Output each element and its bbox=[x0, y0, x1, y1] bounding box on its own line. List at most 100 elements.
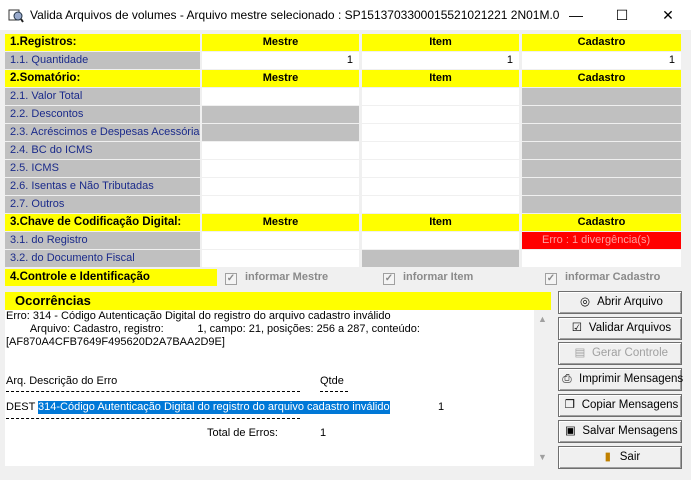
outros-cadastro bbox=[522, 196, 681, 213]
row-outros-label: 2.7. Outros bbox=[5, 196, 200, 213]
col-header-mestre: Mestre bbox=[202, 34, 359, 51]
printer-icon: ⎙ bbox=[562, 373, 572, 385]
copiar-mensagens-button[interactable]: ❐ Copiar Mensagens bbox=[558, 394, 682, 417]
maximize-button[interactable]: ☐ bbox=[599, 0, 645, 30]
vertical-scrollbar[interactable]: ▲ ▼ bbox=[534, 310, 551, 466]
abrir-arquivo-label: Abrir Arquivo bbox=[597, 296, 663, 308]
scroll-down-icon[interactable]: ▼ bbox=[538, 452, 547, 462]
descontos-mestre bbox=[202, 106, 359, 123]
ocorrencias-log[interactable]: Erro: 314 - Código Autenticação Digital … bbox=[5, 310, 551, 466]
salvar-mensagens-button[interactable]: ▣ Salvar Mensagens bbox=[558, 420, 682, 443]
sair-label: Sair bbox=[619, 451, 641, 463]
log-line: Arquivo: Cadastro, registro: 1, campo: 2… bbox=[6, 323, 420, 335]
descontos-cadastro bbox=[522, 106, 681, 123]
row-acrescimos-label: 2.3. Acréscimos e Despesas Acessórias bbox=[5, 124, 200, 141]
col-header-item: Item bbox=[362, 70, 519, 87]
bc-icms-cadastro bbox=[522, 142, 681, 159]
outros-mestre bbox=[202, 196, 359, 213]
validar-arquivos-button[interactable]: ☑ Validar Arquivos bbox=[558, 317, 682, 340]
exit-door-icon: ▮ bbox=[604, 451, 611, 463]
valor-total-cadastro bbox=[522, 88, 681, 105]
descontos-item bbox=[362, 106, 519, 123]
col-header-mestre: Mestre bbox=[202, 70, 359, 87]
gerar-controle-button[interactable]: ▤ Gerar Controle bbox=[558, 342, 682, 365]
log-line: [AF870A4CFB7649F495620D2A7BAA2D9E] bbox=[6, 336, 225, 348]
chave-documento-item bbox=[362, 250, 519, 267]
divider bbox=[320, 391, 348, 392]
summary-header-arq: Arq. Descrição do Erro bbox=[6, 375, 118, 387]
close-button[interactable]: ✕ bbox=[645, 0, 691, 30]
checkmark-icon: ✓ bbox=[383, 273, 395, 285]
row-quantidade-label: 1.1. Quantidade bbox=[5, 52, 200, 69]
valor-total-mestre bbox=[202, 88, 359, 105]
chave-documento-mestre bbox=[202, 250, 359, 267]
chave-registro-mestre bbox=[202, 232, 359, 249]
informar-cadastro-label: informar Cadastro bbox=[565, 271, 661, 283]
quantidade-mestre: 1 bbox=[202, 52, 359, 69]
outros-item bbox=[362, 196, 519, 213]
divider bbox=[6, 391, 300, 392]
bc-icms-item bbox=[362, 142, 519, 159]
copy-icon: ❐ bbox=[564, 399, 575, 411]
chave-documento-cadastro bbox=[522, 250, 681, 267]
sair-button[interactable]: ▮ Sair bbox=[558, 446, 682, 469]
chave-registro-cadastro-error: Erro : 1 divergência(s) bbox=[522, 232, 681, 249]
row-chave-documento-label: 3.2. do Documento Fiscal bbox=[5, 250, 200, 267]
row-valor-total-label: 2.1. Valor Total bbox=[5, 88, 200, 105]
informar-item-checkbox[interactable]: ✓ informar Item bbox=[383, 269, 513, 286]
window-title: Valida Arquivos de volumes - Arquivo mes… bbox=[30, 8, 560, 22]
summary-header-qtde: Qtde bbox=[320, 375, 344, 387]
col-header-cadastro: Cadastro bbox=[522, 214, 681, 231]
acrescimos-item bbox=[362, 124, 519, 141]
acrescimos-cadastro bbox=[522, 124, 681, 141]
save-icon: ▤ bbox=[574, 347, 586, 359]
summary-row-qtde: 1 bbox=[438, 401, 445, 413]
validar-arquivos-label: Validar Arquivos bbox=[588, 322, 672, 334]
ocorrencias-title: Ocorrências bbox=[5, 292, 551, 310]
summary-row-arq: DEST bbox=[6, 401, 36, 413]
total-value: 1 bbox=[320, 427, 327, 439]
section-somatorio-title: 2.Somatório: bbox=[5, 70, 200, 87]
section-controle-title: 4.Controle e Identificação bbox=[5, 269, 217, 286]
salvar-mensagens-label: Salvar Mensagens bbox=[582, 425, 678, 437]
quantidade-cadastro: 1 bbox=[522, 52, 681, 69]
informar-mestre-label: informar Mestre bbox=[245, 271, 329, 283]
col-header-item: Item bbox=[362, 214, 519, 231]
section-chave-title: 3.Chave de Codificação Digital: bbox=[5, 214, 200, 231]
checkmark-icon: ✓ bbox=[225, 273, 237, 285]
disc-icon: ◎ bbox=[580, 296, 591, 308]
total-label: Total de Erros: bbox=[207, 427, 278, 439]
icms-item bbox=[362, 160, 519, 177]
scroll-up-icon[interactable]: ▲ bbox=[538, 314, 547, 324]
row-descontos-label: 2.2. Descontos bbox=[5, 106, 200, 123]
isentas-cadastro bbox=[522, 178, 681, 195]
row-icms-label: 2.5. ICMS bbox=[5, 160, 200, 177]
col-header-mestre: Mestre bbox=[202, 214, 359, 231]
valor-total-item bbox=[362, 88, 519, 105]
informar-cadastro-checkbox[interactable]: ✓ informar Cadastro bbox=[545, 269, 685, 286]
bc-icms-mestre bbox=[202, 142, 359, 159]
imprimir-mensagens-button[interactable]: ⎙ Imprimir Mensagens bbox=[558, 368, 684, 391]
app-icon bbox=[8, 9, 24, 23]
row-isentas-label: 2.6. Isentas e Não Tributadas bbox=[5, 178, 200, 195]
summary-row-description[interactable]: 314-Código Autenticação Digital do regis… bbox=[38, 401, 390, 414]
checkbox-checked-icon: ☑ bbox=[571, 322, 583, 334]
abrir-arquivo-button[interactable]: ◎ Abrir Arquivo bbox=[558, 291, 682, 314]
quantidade-item: 1 bbox=[362, 52, 519, 69]
section-registros-title: 1.Registros: bbox=[5, 34, 200, 51]
informar-mestre-checkbox[interactable]: ✓ informar Mestre bbox=[225, 269, 365, 286]
imprimir-mensagens-label: Imprimir Mensagens bbox=[579, 373, 684, 385]
row-bc-icms-label: 2.4. BC do ICMS bbox=[5, 142, 200, 159]
chave-registro-item bbox=[362, 232, 519, 249]
checkmark-icon: ✓ bbox=[545, 273, 557, 285]
informar-item-label: informar Item bbox=[403, 271, 474, 283]
title-bar: Valida Arquivos de volumes - Arquivo mes… bbox=[0, 0, 691, 30]
acrescimos-mestre bbox=[202, 124, 359, 141]
minimize-button[interactable]: — bbox=[553, 0, 599, 30]
log-line: Erro: 314 - Código Autenticação Digital … bbox=[6, 310, 391, 322]
col-header-cadastro: Cadastro bbox=[522, 34, 681, 51]
divider bbox=[6, 418, 300, 419]
isentas-mestre bbox=[202, 178, 359, 195]
copiar-mensagens-label: Copiar Mensagens bbox=[581, 399, 679, 411]
row-chave-registro-label: 3.1. do Registro bbox=[5, 232, 200, 249]
